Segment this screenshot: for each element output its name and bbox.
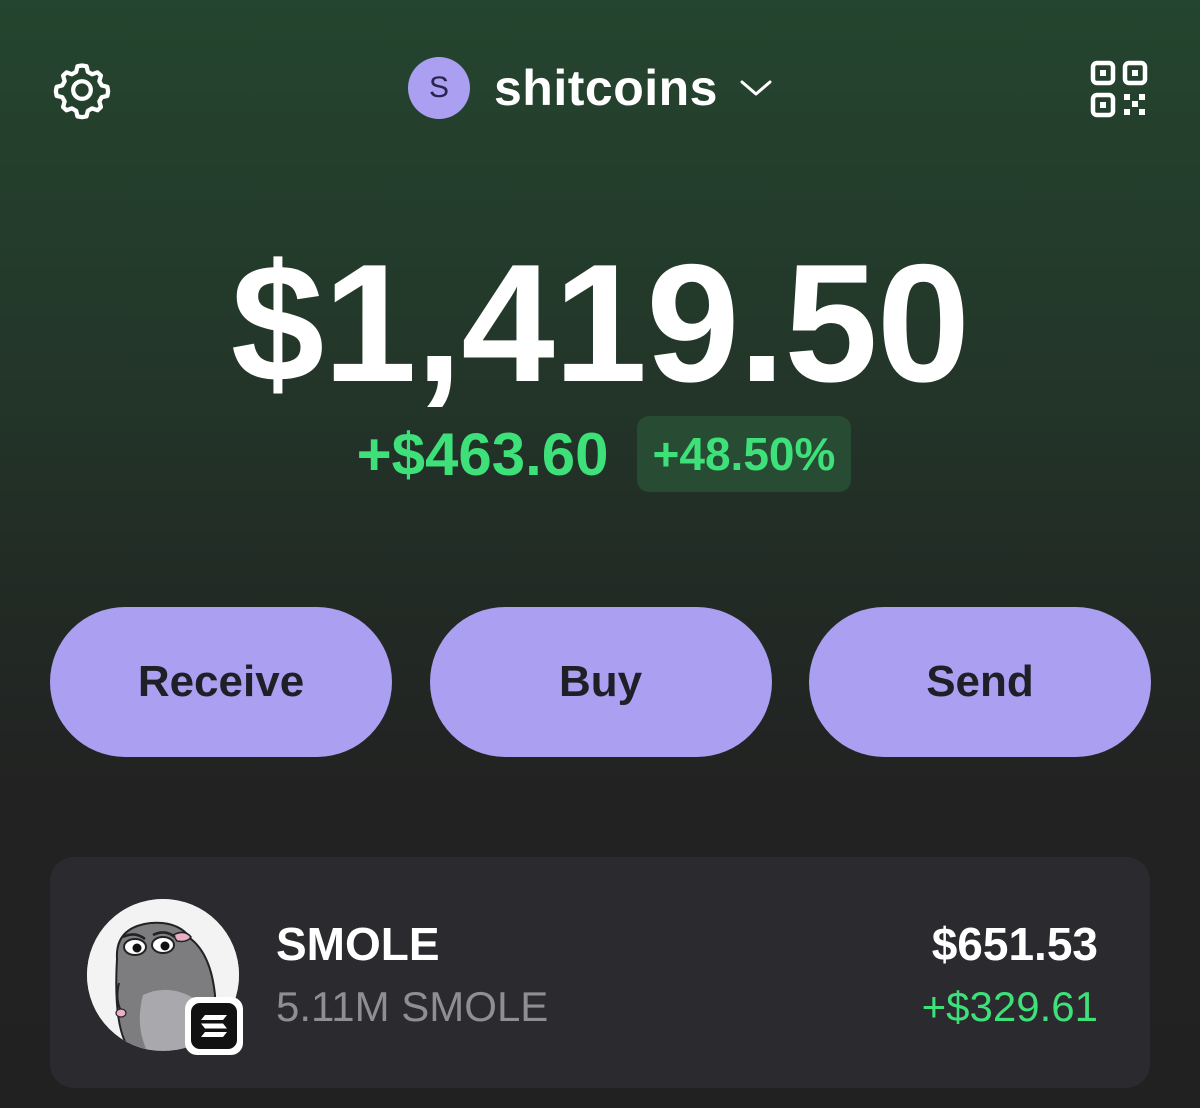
account-name: shitcoins: [494, 60, 718, 116]
token-icon-wrap: [87, 899, 243, 1055]
balance-change-percent-badge: +48.50%: [636, 416, 852, 492]
token-amount: 5.11M SMOLE: [276, 983, 549, 1030]
receive-button[interactable]: Receive: [50, 607, 392, 757]
qr-code-icon: [1090, 60, 1148, 118]
send-button[interactable]: Send: [809, 607, 1151, 757]
account-switcher[interactable]: S shitcoins: [408, 56, 776, 120]
solana-icon: [191, 1003, 237, 1049]
action-buttons: Receive Buy Send: [50, 607, 1151, 757]
token-value: $651.53: [931, 918, 1098, 970]
token-change: +$329.61: [921, 983, 1098, 1030]
settings-button[interactable]: [48, 56, 116, 124]
balance-change-row: +$463.60 +48.50%: [0, 416, 1200, 492]
qr-code-button[interactable]: [1086, 56, 1152, 122]
balance-change-amount: +$463.60: [356, 420, 609, 488]
buy-button[interactable]: Buy: [429, 607, 772, 757]
token-name: SMOLE: [276, 918, 440, 970]
header: S shitcoins: [0, 0, 1200, 175]
chevron-down-icon: [736, 68, 776, 108]
token-row[interactable]: SMOLE 5.11M SMOLE $651.53 +$329.61: [50, 857, 1150, 1088]
total-balance: $1,419.50: [230, 229, 970, 417]
gear-icon: [53, 63, 111, 120]
solana-chain-badge: [185, 997, 243, 1055]
account-avatar: S: [408, 57, 470, 119]
